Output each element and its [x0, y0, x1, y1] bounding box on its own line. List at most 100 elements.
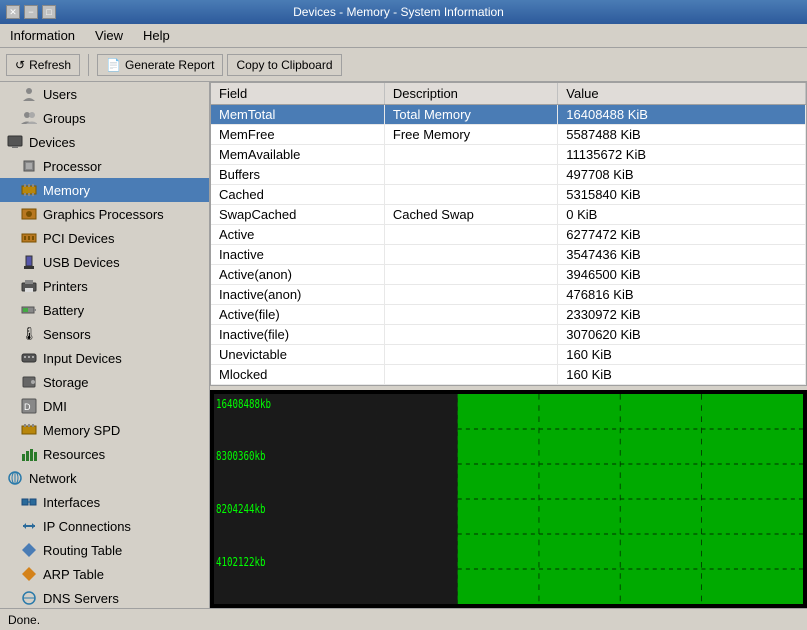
sidebar-label-dmi: DMI	[43, 399, 67, 414]
generate-report-button[interactable]: 📄 Generate Report	[97, 54, 223, 76]
maximize-button[interactable]: □	[42, 5, 56, 19]
table-row[interactable]: MemAvailable11135672 KiB	[211, 145, 806, 165]
storage-icon	[20, 373, 38, 391]
ipconn-icon	[20, 517, 38, 535]
title-bar-controls: ✕ − □	[6, 5, 56, 19]
sidebar-item-groups[interactable]: Groups	[0, 106, 209, 130]
routing-icon	[20, 541, 38, 559]
chart-label-2: 8204244kb	[216, 502, 265, 517]
groups-icon	[20, 109, 38, 127]
cell-value: 11135672 KiB	[558, 145, 806, 165]
sidebar-item-resources[interactable]: Resources	[0, 442, 209, 466]
sidebar-item-sensors[interactable]: 🌡Sensors	[0, 322, 209, 346]
sidebar-item-memory[interactable]: Memory	[0, 178, 209, 202]
table-row[interactable]: Mlocked160 KiB	[211, 365, 806, 385]
cell-value: 3946500 KiB	[558, 265, 806, 285]
sidebar: Users Groups Devices Processor Memory Graphic…	[0, 82, 210, 608]
sidebar-item-ipconn[interactable]: IP Connections	[0, 514, 209, 538]
table-row[interactable]: Inactive(anon)476816 KiB	[211, 285, 806, 305]
sidebar-item-input[interactable]: Input Devices	[0, 346, 209, 370]
sidebar-item-interfaces[interactable]: Interfaces	[0, 490, 209, 514]
sidebar-item-pci[interactable]: PCI Devices	[0, 226, 209, 250]
right-panel: Field Description Value MemTotalTotal Me…	[210, 82, 807, 608]
sidebar-item-dmi[interactable]: D DMI	[0, 394, 209, 418]
table-row[interactable]: Inactive(file)3070620 KiB	[211, 325, 806, 345]
table-header-row: Field Description Value	[211, 83, 806, 105]
chart-label-0: 16408488kb	[216, 397, 271, 412]
cell-value: 160 KiB	[558, 365, 806, 385]
sidebar-item-users[interactable]: Users	[0, 82, 209, 106]
data-table: Field Description Value MemTotalTotal Me…	[211, 83, 806, 385]
data-table-wrapper: Field Description Value MemTotalTotal Me…	[210, 82, 807, 386]
cell-value: 0 KiB	[558, 205, 806, 225]
table-row[interactable]: Active(anon)3946500 KiB	[211, 265, 806, 285]
sidebar-label-network: Network	[29, 471, 77, 486]
sidebar-label-battery: Battery	[43, 303, 84, 318]
sidebar-item-graphics[interactable]: Graphics Processors	[0, 202, 209, 226]
cell-value: 2330972 KiB	[558, 305, 806, 325]
cell-value: 6277472 KiB	[558, 225, 806, 245]
cell-field: MemTotal	[211, 105, 384, 125]
sidebar-item-arp[interactable]: ARP Table	[0, 562, 209, 586]
table-row[interactable]: Active 6277472 KiB	[211, 225, 806, 245]
sidebar-label-groups: Groups	[43, 111, 86, 126]
sensors-icon: 🌡	[20, 325, 38, 343]
sidebar-item-devices[interactable]: Devices	[0, 130, 209, 154]
table-row[interactable]: MemFreeFree Memory5587488 KiB	[211, 125, 806, 145]
sidebar-label-printers: Printers	[43, 279, 88, 294]
sidebar-label-dns: DNS Servers	[43, 591, 119, 606]
sidebar-label-devices: Devices	[29, 135, 75, 150]
sidebar-label-memory: Memory	[43, 183, 90, 198]
table-row[interactable]: MemTotalTotal Memory16408488 KiB	[211, 105, 806, 125]
memory-icon	[20, 181, 38, 199]
sidebar-item-usb[interactable]: USB Devices	[0, 250, 209, 274]
cell-description	[384, 345, 557, 365]
copy-clipboard-button[interactable]: Copy to Clipboard	[227, 54, 341, 76]
cell-value: 5587488 KiB	[558, 125, 806, 145]
table-row[interactable]: Active(file)2330972 KiB	[211, 305, 806, 325]
window-title: Devices - Memory - System Information	[293, 5, 504, 19]
cell-description: Free Memory	[384, 125, 557, 145]
sidebar-label-usb: USB Devices	[43, 255, 120, 270]
sidebar-item-processor[interactable]: Processor	[0, 154, 209, 178]
cell-field: Unevictable	[211, 345, 384, 365]
table-row[interactable]: Cached5315840 KiB	[211, 185, 806, 205]
printers-icon	[20, 277, 38, 295]
sidebar-label-memspd: Memory SPD	[43, 423, 120, 438]
sidebar-item-network[interactable]: Network	[0, 466, 209, 490]
toolbar: ↺ Refresh 📄 Generate Report Copy to Clip…	[0, 48, 807, 82]
cell-description	[384, 225, 557, 245]
graphics-icon	[20, 205, 38, 223]
dmi-icon: D	[20, 397, 38, 415]
refresh-button[interactable]: ↺ Refresh	[6, 54, 80, 76]
table-row[interactable]: Buffers497708 KiB	[211, 165, 806, 185]
sidebar-item-storage[interactable]: Storage	[0, 370, 209, 394]
menu-view[interactable]: View	[89, 26, 129, 45]
sidebar-item-battery[interactable]: Battery	[0, 298, 209, 322]
toolbar-separator	[88, 54, 89, 76]
sidebar-label-interfaces: Interfaces	[43, 495, 100, 510]
table-row[interactable]: Unevictable160 KiB	[211, 345, 806, 365]
status-bar: Done.	[0, 608, 807, 630]
close-button[interactable]: ✕	[6, 5, 20, 19]
minimize-button[interactable]: −	[24, 5, 38, 19]
sidebar-item-memspd[interactable]: Memory SPD	[0, 418, 209, 442]
menu-help[interactable]: Help	[137, 26, 176, 45]
cell-field: SwapCached	[211, 205, 384, 225]
sidebar-label-graphics: Graphics Processors	[43, 207, 164, 222]
menu-information[interactable]: Information	[4, 26, 81, 45]
sidebar-item-routing[interactable]: Routing Table	[0, 538, 209, 562]
table-row[interactable]: SwapCachedCached Swap0 KiB	[211, 205, 806, 225]
main-content: Users Groups Devices Processor Memory Graphic…	[0, 82, 807, 608]
cell-description	[384, 285, 557, 305]
refresh-icon: ↺	[15, 58, 25, 72]
sidebar-item-dns[interactable]: DNS Servers	[0, 586, 209, 608]
sidebar-item-printers[interactable]: Printers	[0, 274, 209, 298]
devices-icon	[6, 133, 24, 151]
cell-field: Active	[211, 225, 384, 245]
chart-label-1: 8300360kb	[216, 448, 265, 463]
cell-description	[384, 245, 557, 265]
table-row[interactable]: Inactive3547436 KiB	[211, 245, 806, 265]
cell-field: Inactive(anon)	[211, 285, 384, 305]
report-icon: 📄	[106, 58, 121, 72]
